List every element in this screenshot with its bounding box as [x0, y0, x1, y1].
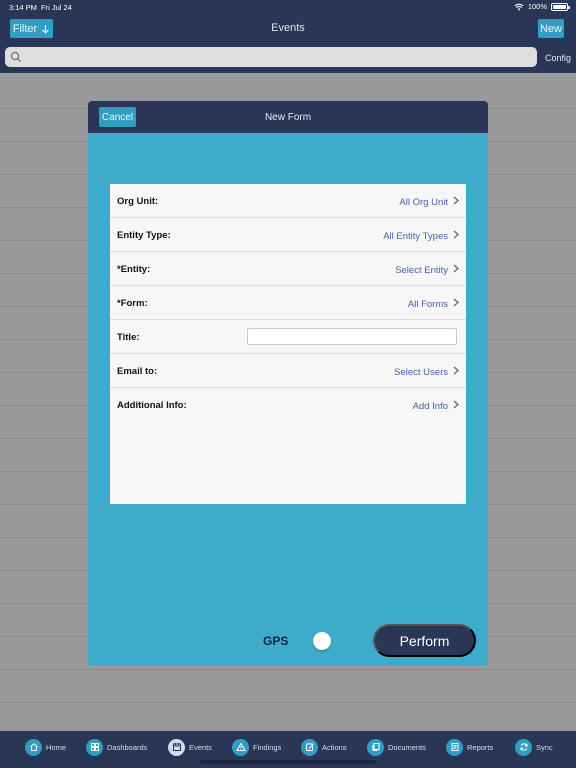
chevron-right-icon [453, 400, 459, 409]
battery-icon [551, 2, 570, 11]
tab-actions-label: Actions [322, 742, 347, 752]
config-button[interactable]: Config [545, 53, 571, 63]
calendar-icon [168, 738, 185, 756]
additional-info-row[interactable]: Additional Info: Add Info [110, 388, 466, 422]
entity-type-label: Entity Type: [117, 230, 171, 241]
title-label: Title: [117, 332, 140, 343]
chevron-right-icon [453, 196, 459, 205]
email-to-value: Select Users [394, 367, 448, 378]
tab-dashboards-label: Dashboards [107, 742, 148, 752]
status-right: 100% [514, 2, 570, 11]
battery-percent: 100% [527, 2, 547, 11]
tab-events-label: Events [189, 742, 212, 752]
modal-header: Cancel New Form [88, 101, 488, 133]
status-time: 3:14 PM [9, 3, 37, 12]
additional-info-label: Additional Info: [117, 400, 187, 411]
documents-icon [367, 738, 384, 756]
modal-title: New Form [264, 112, 312, 123]
additional-info-value: Add Info [412, 401, 448, 412]
form-panel: Org Unit: All Org Unit Entity Type: All … [110, 184, 466, 504]
org-unit-label: Org Unit: [117, 196, 159, 207]
tab-reports[interactable]: Reports [446, 738, 493, 756]
report-icon [446, 738, 463, 756]
email-to-row[interactable]: Email to: Select Users [110, 354, 466, 388]
tab-reports-label: Reports [467, 742, 494, 752]
chevron-right-icon [453, 366, 459, 375]
entity-row[interactable]: *Entity: Select Entity [110, 252, 466, 286]
tab-sync[interactable]: Sync [515, 738, 553, 756]
chevron-right-icon [453, 298, 459, 307]
entity-type-value: All Entity Types [383, 231, 448, 242]
entity-label: *Entity: [117, 264, 151, 275]
tab-home[interactable]: Home [25, 738, 66, 756]
home-icon [25, 738, 42, 756]
tab-findings[interactable]: Findings [232, 738, 281, 756]
entity-value: Select Entity [395, 265, 448, 276]
edit-icon [301, 738, 318, 756]
gps-toggle[interactable] [306, 630, 336, 652]
form-value: All Forms [407, 299, 448, 310]
tab-dashboards[interactable]: Dashboards [86, 738, 147, 756]
new-button[interactable]: New [538, 19, 564, 38]
page-title: Events [271, 22, 305, 34]
form-row[interactable]: *Form: All Forms [110, 286, 466, 320]
home-indicator [200, 760, 376, 764]
tab-documents-label: Documents [388, 742, 426, 752]
title-row: Title: [110, 320, 466, 354]
warning-icon [232, 738, 249, 756]
org-unit-row[interactable]: Org Unit: All Org Unit [110, 184, 466, 218]
status-date: Fri Jul 24 [41, 3, 72, 12]
tab-sync-label: Sync [536, 742, 553, 752]
top-bar: 3:14 PM Fri Jul 24 100% Filter Events Ne… [0, 0, 576, 73]
dashboard-icon [86, 738, 103, 756]
gps-toggle-knob [313, 632, 331, 650]
entity-type-row[interactable]: Entity Type: All Entity Types [110, 218, 466, 252]
title-input[interactable] [247, 328, 457, 345]
wifi-icon [514, 3, 524, 10]
tab-findings-label: Findings [253, 742, 282, 752]
new-form-modal: Cancel New Form Org Unit: All Org Unit E… [88, 101, 488, 666]
perform-button[interactable]: Perform [373, 624, 476, 657]
tab-documents[interactable]: Documents [367, 738, 426, 756]
tab-events[interactable]: Events [168, 738, 212, 756]
gps-label: GPS [263, 634, 289, 648]
org-unit-value: All Org Unit [399, 197, 448, 208]
tab-actions[interactable]: Actions [301, 738, 347, 756]
status-bar: 3:14 PM Fri Jul 24 100% [0, 0, 576, 14]
search-input[interactable] [5, 47, 537, 67]
search-icon [10, 51, 21, 62]
sync-icon [515, 738, 532, 756]
chevron-right-icon [453, 230, 459, 239]
tab-home-label: Home [46, 742, 67, 752]
email-to-label: Email to: [117, 366, 158, 377]
chevron-right-icon [453, 264, 459, 273]
form-label: *Form: [117, 298, 148, 309]
